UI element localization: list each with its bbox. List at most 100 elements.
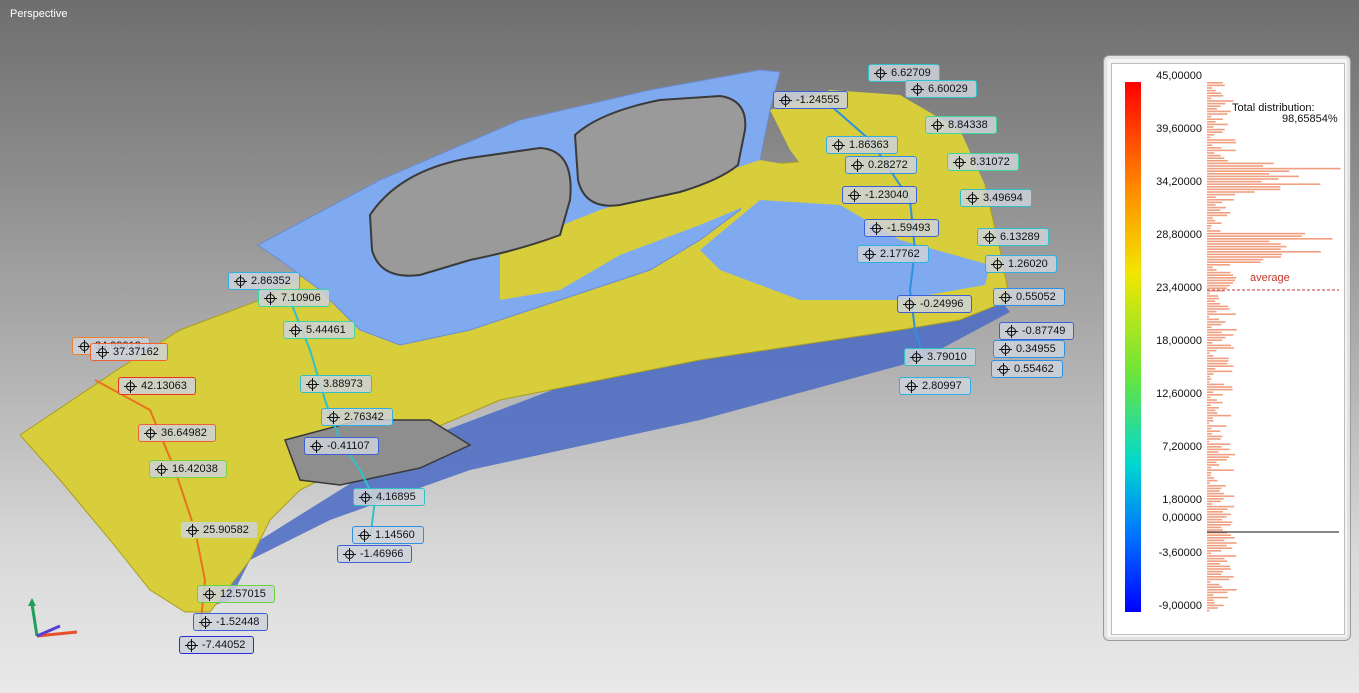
histogram-bar (1207, 524, 1231, 526)
histogram-bar (1207, 295, 1219, 297)
histogram-bar (1207, 513, 1232, 516)
histogram-bar (1207, 607, 1218, 609)
measurement-point[interactable]: -1.24555 (773, 91, 849, 109)
measurement-point[interactable]: -0.41107 (304, 437, 379, 455)
scale-tick-label: -3,60000 (1158, 547, 1202, 559)
scale-tick-label: 12,60000 (1156, 388, 1202, 400)
histogram-bar (1207, 248, 1281, 250)
measurement-point[interactable]: 0.28272 (845, 156, 917, 174)
histogram-bar (1207, 152, 1215, 154)
measurement-value: 3.88973 (323, 378, 363, 390)
measurement-point[interactable]: 0.34955 (993, 340, 1065, 358)
measurement-point[interactable]: 3.88973 (300, 375, 372, 393)
measurement-point[interactable]: 0.55462 (991, 360, 1063, 378)
histogram-bar (1207, 596, 1228, 599)
crosshair-icon (953, 155, 966, 169)
histogram-bar (1207, 201, 1223, 204)
measurement-point[interactable]: -1.52448 (193, 613, 269, 631)
measurement-value: 6.13289 (1000, 231, 1040, 243)
measurement-point[interactable]: 42.13063 (118, 377, 196, 395)
histogram-bar (1207, 336, 1226, 339)
histogram-bar (1207, 526, 1222, 529)
histogram-bar (1207, 474, 1211, 477)
histogram-bar (1207, 238, 1333, 240)
measurement-point[interactable]: 6.13289 (977, 228, 1049, 246)
histogram-bar (1207, 425, 1227, 427)
measurement-point[interactable]: 0.55052 (993, 288, 1065, 306)
crosshair-icon (310, 439, 323, 453)
measurement-point[interactable]: 8.84338 (925, 116, 997, 134)
measurement-point[interactable]: 2.76342 (321, 408, 393, 426)
histogram-bar (1207, 165, 1264, 167)
measurement-point[interactable]: 1.86363 (826, 136, 898, 154)
histogram-bar (1207, 292, 1210, 295)
measurement-point[interactable]: 25.90582 (180, 521, 258, 539)
measurement-value: 6.60029 (928, 83, 968, 95)
measurement-point[interactable]: 7.10906 (258, 289, 330, 307)
histogram-bar (1207, 318, 1220, 321)
crosshair-icon (931, 118, 944, 132)
measurement-point[interactable]: 3.79010 (904, 348, 976, 366)
measurement-value: -0.24996 (920, 298, 964, 310)
histogram-bar (1207, 459, 1227, 461)
measurement-point[interactable]: -1.59493 (864, 219, 940, 237)
measurement-point[interactable]: 37.37162 (90, 343, 168, 361)
measurement-point[interactable]: 4.16895 (353, 488, 425, 506)
histogram-bar (1207, 271, 1231, 274)
histogram-bar (1207, 105, 1221, 107)
histogram-bar (1207, 261, 1261, 263)
measurement-point[interactable]: -1.46966 (337, 545, 413, 563)
measurement-value: 2.17762 (880, 248, 920, 260)
measurement-point[interactable]: 2.80997 (899, 377, 971, 395)
3d-viewport[interactable]: Perspective 6.62709 6.60029 -1.24555 8.8433… (0, 0, 1359, 693)
histogram-bar (1207, 334, 1234, 336)
histogram-bar (1207, 113, 1228, 115)
scale-tick-label: 34,20000 (1156, 176, 1202, 188)
measurement-value: 36.64982 (161, 427, 207, 439)
measurement-point[interactable]: 2.86352 (228, 272, 300, 290)
histogram-bar (1207, 160, 1228, 162)
crosshair-icon (144, 426, 157, 440)
histogram-bar (1207, 342, 1213, 344)
crosshair-icon (124, 379, 137, 393)
measurement-point[interactable]: 1.26020 (985, 255, 1057, 273)
histogram-bar (1207, 209, 1221, 211)
histogram-bar (1207, 347, 1235, 349)
histogram-bar (1207, 253, 1283, 256)
measurement-value: -1.52448 (216, 616, 260, 628)
measurement-point[interactable]: -7.44052 (179, 636, 255, 654)
measurement-point[interactable]: -0.87749 (999, 322, 1075, 340)
histogram-bar (1207, 401, 1223, 404)
crosshair-icon (832, 138, 845, 152)
histogram-bar (1207, 573, 1222, 575)
measurement-point[interactable]: 5.44461 (283, 321, 355, 339)
measurement-point[interactable]: -1.23040 (842, 186, 918, 204)
crosshair-icon (327, 410, 340, 424)
crosshair-icon (155, 462, 168, 476)
histogram-bar (1207, 300, 1216, 302)
measurement-point[interactable]: 6.60029 (905, 80, 977, 98)
measurement-point[interactable]: 8.31072 (947, 153, 1019, 171)
histogram-bar (1207, 547, 1233, 549)
color-legend-panel[interactable]: 45,00000 39,60000 34,20000 28,80000 23,40000… (1103, 55, 1351, 641)
measurement-point[interactable]: 1.14560 (352, 526, 424, 544)
measurement-value: -1.46966 (360, 548, 404, 560)
crosshair-icon (234, 274, 247, 288)
measurement-point[interactable]: -0.24996 (897, 295, 973, 313)
measurement-point[interactable]: 16.42038 (149, 460, 227, 478)
histogram-bar (1207, 313, 1236, 315)
histogram-bar (1207, 399, 1217, 401)
histogram-bar (1207, 178, 1279, 180)
measurement-point[interactable]: 3.49694 (960, 189, 1032, 207)
histogram-bar (1207, 222, 1222, 224)
histogram-bar (1207, 186, 1281, 188)
histogram-bar (1207, 251, 1321, 253)
histogram-bar (1207, 243, 1281, 245)
color-scale-bar (1125, 82, 1141, 612)
measurement-point[interactable]: 2.17762 (857, 245, 929, 263)
histogram-bar (1207, 563, 1220, 565)
measurement-point[interactable]: 12.57015 (197, 585, 275, 603)
histogram-bar (1207, 576, 1234, 578)
histogram-bar (1207, 274, 1234, 276)
measurement-point[interactable]: 36.64982 (138, 424, 216, 442)
